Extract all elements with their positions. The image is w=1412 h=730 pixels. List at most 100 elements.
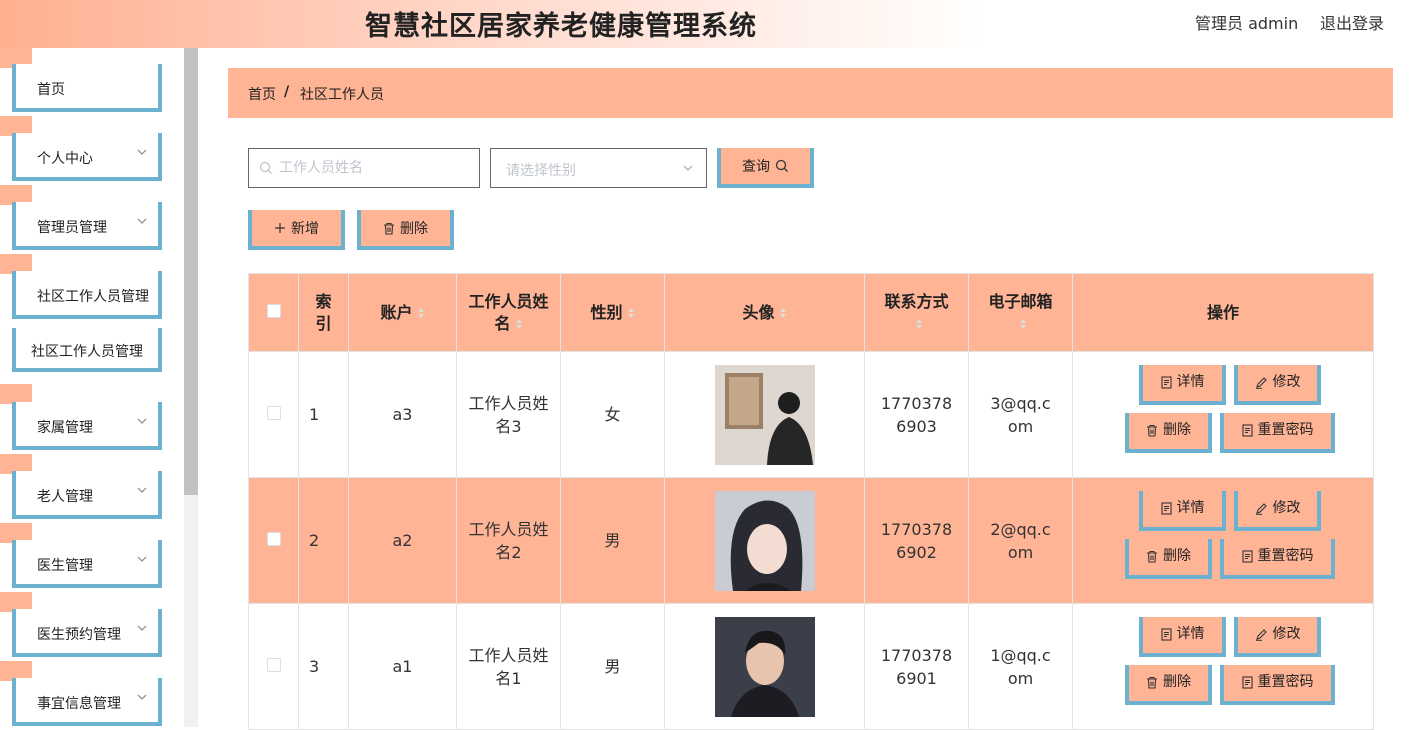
sort-icon[interactable]	[417, 307, 425, 319]
staff-name-input[interactable]	[279, 158, 469, 178]
row-select-cell[interactable]	[248, 603, 299, 730]
select-all-cell[interactable]	[248, 273, 299, 352]
document-icon	[1241, 676, 1253, 689]
cell-gender: 男	[560, 603, 665, 730]
reset-password-button[interactable]: 重置密码	[1220, 664, 1335, 705]
edit-icon	[1255, 377, 1267, 389]
breadcrumb: 首页 / 社区工作人员	[228, 68, 1393, 118]
sidebar-item-admin-manage[interactable]: 管理员管理	[0, 186, 162, 250]
cell-phone: 17703786902	[864, 477, 969, 604]
logout-link[interactable]: 退出登录	[1320, 10, 1384, 34]
table-row: 2 a2 工作人员姓名2 男 17703786902 2@qq.com 详情 修…	[248, 477, 1374, 604]
edit-icon	[1255, 629, 1267, 641]
query-button[interactable]: 查询	[717, 148, 814, 188]
reset-password-button[interactable]: 重置密码	[1220, 412, 1335, 453]
cell-account: a2	[348, 477, 457, 604]
sidebar-item-staff-manage[interactable]: 社区工作人员管理	[0, 255, 162, 319]
table-row: 1 a3 工作人员姓名3 女 17703786903 3@qq.com 详情 修…	[248, 351, 1374, 478]
gender-select[interactable]: 请选择性别	[490, 148, 707, 188]
sort-icon[interactable]	[779, 307, 787, 319]
document-icon	[1160, 502, 1172, 515]
sidebar-item-elder-manage[interactable]: 老人管理	[0, 455, 162, 519]
avatar[interactable]	[714, 616, 815, 717]
breadcrumb-separator: /	[284, 84, 290, 100]
sidebar-item-label: 社区工作人员管理	[37, 289, 149, 305]
edit-button[interactable]: 修改	[1234, 490, 1321, 531]
delete-button[interactable]: 删除	[1125, 538, 1212, 579]
sort-icon[interactable]	[915, 318, 923, 330]
sidebar-item-family-manage[interactable]: 家属管理	[0, 386, 162, 450]
row-select-cell[interactable]	[248, 477, 299, 604]
sidebar: 首页 个人中心 管理员管理 社区工作人员管理 社区工作人员管理 家属管理 老人管…	[0, 48, 184, 727]
col-avatar-label: 头像	[742, 302, 775, 322]
avatar[interactable]	[714, 490, 815, 591]
sidebar-item-home[interactable]: 首页	[0, 48, 162, 112]
delete-button-label: 删除	[1163, 674, 1191, 690]
row-select-cell[interactable]	[248, 351, 299, 478]
trash-icon	[384, 222, 394, 235]
col-name[interactable]: 工作人员姓名	[456, 273, 561, 352]
avatar[interactable]	[714, 364, 815, 465]
sort-icon[interactable]	[515, 318, 523, 330]
breadcrumb-home[interactable]: 首页	[248, 84, 276, 104]
detail-button[interactable]: 详情	[1139, 490, 1226, 531]
sidebar-item-appointment-manage[interactable]: 医生预约管理	[0, 593, 162, 657]
cell-email-text: 2@qq.com	[990, 519, 1051, 562]
bulk-delete-button-label: 删除	[400, 221, 428, 237]
detail-button-label: 详情	[1176, 500, 1205, 516]
detail-button[interactable]: 详情	[1139, 364, 1226, 405]
document-icon	[1160, 376, 1172, 389]
edit-icon	[1255, 503, 1267, 515]
sidebar-scrollbar-thumb[interactable]	[184, 48, 198, 495]
edit-button[interactable]: 修改	[1234, 364, 1321, 405]
delete-button[interactable]: 删除	[1125, 664, 1212, 705]
col-phone[interactable]: 联系方式	[864, 273, 969, 352]
sidebar-item-label: 管理员管理	[37, 220, 107, 236]
cell-email-text: 3@qq.com	[990, 393, 1051, 436]
row-checkbox[interactable]	[266, 532, 281, 546]
chevron-down-icon	[137, 556, 147, 562]
chevron-down-icon	[137, 625, 147, 631]
col-ops: 操作	[1072, 273, 1374, 352]
staff-name-search[interactable]	[248, 148, 480, 188]
sort-icon[interactable]	[627, 307, 635, 319]
cell-ops: 详情 修改 删除 重置密码	[1072, 477, 1374, 604]
cell-name: 工作人员姓名1	[456, 603, 561, 730]
detail-button[interactable]: 详情	[1139, 616, 1226, 657]
row-checkbox[interactable]	[266, 658, 281, 672]
top-header: 智慧社区居家养老健康管理系统 管理员 admin 退出登录	[0, 0, 1412, 48]
sidebar-item-personal-center[interactable]: 个人中心	[0, 117, 162, 181]
col-gender[interactable]: 性别	[560, 273, 665, 352]
reset-password-button[interactable]: 重置密码	[1220, 538, 1335, 579]
col-avatar[interactable]: 头像	[664, 273, 865, 352]
cell-index: 3	[298, 603, 349, 730]
search-icon	[259, 161, 272, 174]
cell-phone-text: 17703786903	[880, 393, 953, 436]
chevron-down-icon	[137, 149, 147, 155]
document-icon	[1241, 550, 1253, 563]
detail-button-label: 详情	[1176, 374, 1205, 390]
col-gender-label: 性别	[590, 302, 623, 322]
select-all-checkbox[interactable]	[266, 303, 281, 318]
col-account-label: 账户	[380, 302, 413, 322]
sidebar-item-doctor-manage[interactable]: 医生管理	[0, 524, 162, 588]
cell-phone-text: 17703786901	[880, 645, 953, 688]
edit-button[interactable]: 修改	[1234, 616, 1321, 657]
chevron-down-icon	[137, 487, 147, 493]
sort-icon[interactable]	[1019, 318, 1027, 330]
sidebar-item-affairs-manage[interactable]: 事宜信息管理	[0, 662, 162, 726]
col-email[interactable]: 电子邮箱	[968, 273, 1073, 352]
sidebar-subitem-staff-manage[interactable]: 社区工作人员管理	[12, 328, 162, 372]
bulk-delete-button[interactable]: 删除	[357, 210, 454, 250]
cell-name: 工作人员姓名3	[456, 351, 561, 478]
col-index: 索引	[298, 273, 349, 352]
cell-index: 1	[298, 351, 349, 478]
edit-button-label: 修改	[1272, 500, 1301, 516]
cell-phone-text: 17703786902	[880, 519, 953, 562]
col-account[interactable]: 账户	[348, 273, 457, 352]
staff-table: 索引 账户 工作人员姓名 性别 头像 联系方式 电子邮箱 操作 1 a3 工作人…	[248, 273, 1374, 730]
row-checkbox[interactable]	[266, 406, 281, 420]
delete-button[interactable]: 删除	[1125, 412, 1212, 453]
add-button[interactable]: 新增	[248, 210, 345, 250]
gender-select-placeholder: 请选择性别	[506, 163, 576, 179]
